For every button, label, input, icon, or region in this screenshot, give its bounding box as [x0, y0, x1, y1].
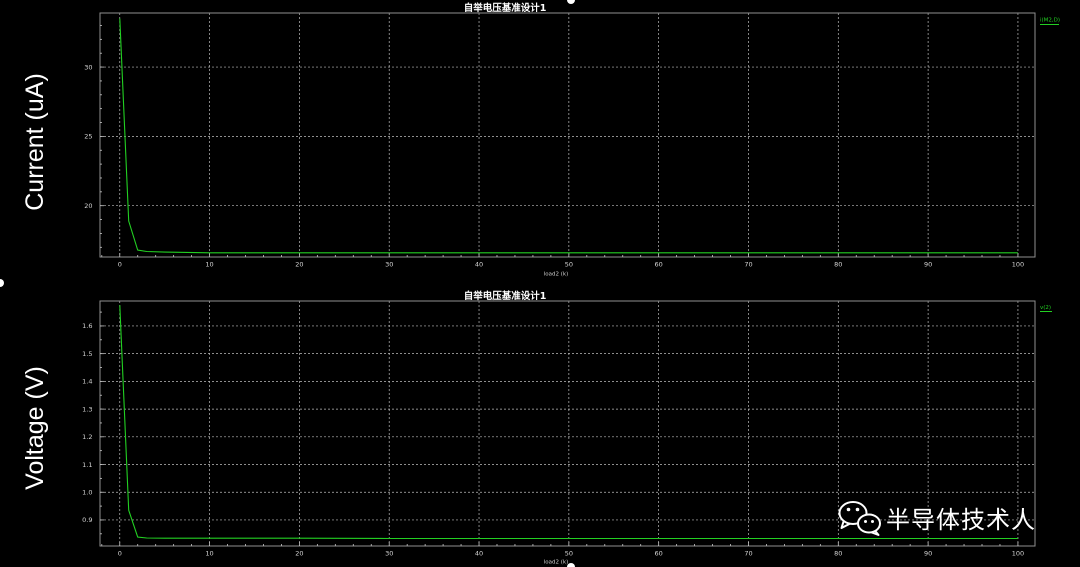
x-tick-label: 40 [475, 261, 483, 269]
y-tick-label: 30 [84, 63, 92, 71]
legend-label: i(M2,D) [1040, 18, 1060, 24]
x-tick-label: 30 [385, 261, 393, 269]
wechat-eye [864, 520, 867, 523]
legend: v(2) [1040, 305, 1052, 312]
x-tick-label: 90 [924, 550, 932, 558]
x-tick-label: 20 [295, 550, 303, 558]
wechat-eye [846, 507, 851, 512]
x-tick-label: 60 [655, 261, 663, 269]
background [0, 0, 1080, 567]
x-axis-label: load2 (k) [544, 560, 568, 566]
x-tick-label: 40 [475, 550, 483, 558]
x-tick-label: 10 [205, 550, 213, 558]
y-tick-label: 1.4 [82, 378, 92, 386]
y-axis-label: Voltage (V) [21, 366, 49, 490]
waveform-window: 自举电压基准设计1 Current (uA) 0 10 20 30 40 50 60 70 80… [0, 0, 1080, 567]
x-tick-label: 100 [1012, 261, 1024, 269]
y-tick-label: 1.1 [82, 461, 92, 469]
legend-label: v(2) [1040, 305, 1051, 311]
y-tick-label: 1.6 [82, 322, 92, 330]
x-tick-label: 20 [295, 261, 303, 269]
x-tick-label: 70 [744, 261, 752, 269]
x-tick-label: 100 [1012, 550, 1024, 558]
x-axis-label: load2 (k) [544, 272, 568, 278]
watermark-text: 半导体技术人 [886, 506, 1036, 534]
chart-title: 自举电压基准设计1 [464, 290, 547, 302]
x-tick-label: 90 [924, 261, 932, 269]
y-tick-label: 25 [84, 133, 92, 141]
x-tick-label: 0 [118, 550, 122, 558]
y-tick-label: 1.5 [82, 350, 92, 358]
x-tick-label: 60 [655, 550, 663, 558]
chart-title: 自举电压基准设计1 [464, 2, 547, 14]
x-tick-label: 80 [834, 550, 842, 558]
legend: i(M2,D) [1040, 18, 1060, 25]
x-tick-label: 80 [834, 261, 842, 269]
x-tick-label: 50 [565, 550, 573, 558]
x-tick-label: 10 [205, 261, 213, 269]
y-tick-label: 0.9 [82, 516, 92, 524]
x-tick-label: 0 [118, 261, 122, 269]
x-tick-label: 70 [744, 550, 752, 558]
x-tick-label: 50 [565, 261, 573, 269]
y-tick-label: 1.2 [82, 433, 92, 441]
y-axis-label: Current (uA) [21, 73, 49, 211]
y-tick-label: 1.3 [82, 405, 92, 413]
wechat-bubble-small [857, 513, 881, 534]
y-tick-label: 1.0 [82, 489, 92, 497]
y-tick-label: 20 [84, 202, 92, 210]
wechat-eye [855, 507, 860, 512]
x-tick-label: 30 [385, 550, 393, 558]
wechat-eye [871, 520, 874, 523]
